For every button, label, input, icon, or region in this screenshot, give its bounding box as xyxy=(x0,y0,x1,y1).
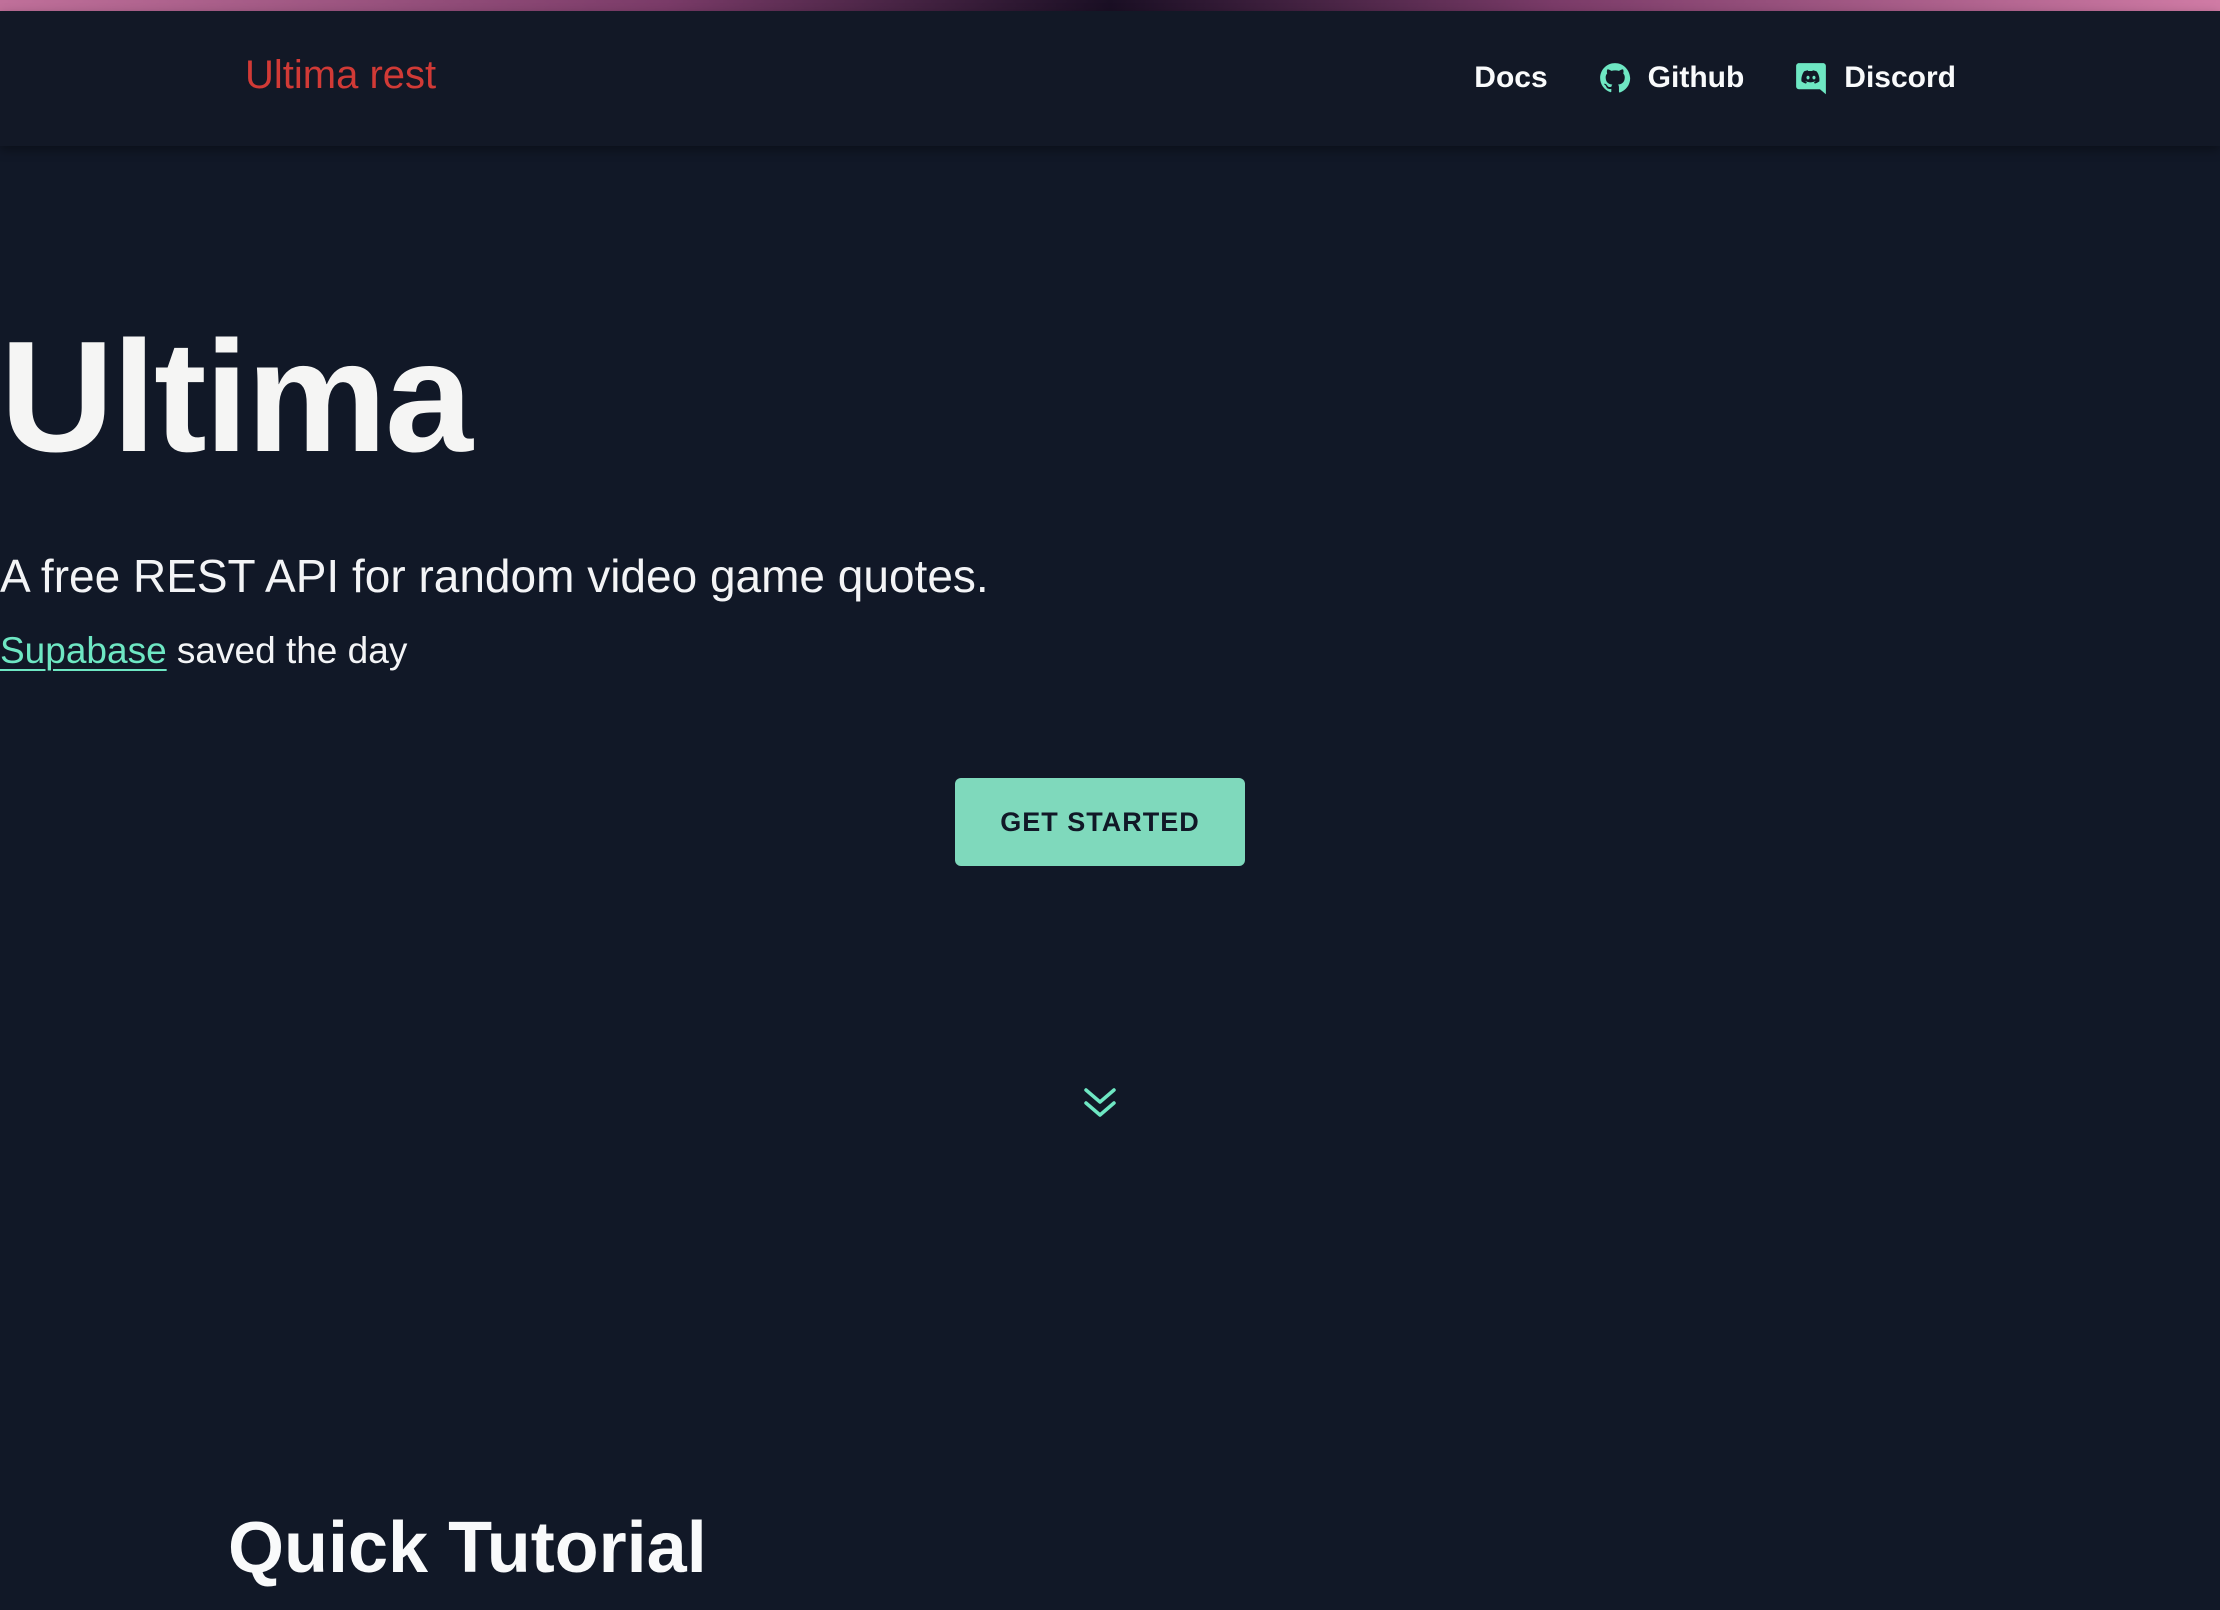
brand-logo-link[interactable]: Ultima rest xyxy=(245,55,436,95)
hero-subtitle: A free REST API for random video game qu… xyxy=(0,550,989,602)
supabase-link[interactable]: Supabase xyxy=(0,630,167,671)
nav-github-label: Github xyxy=(1647,61,1745,94)
github-icon xyxy=(1599,63,1630,93)
hero-title: Ultima xyxy=(0,309,473,485)
nav-discord-link[interactable]: Discord xyxy=(1794,61,1956,95)
nav-discord-label: Discord xyxy=(1844,61,1956,94)
nav-docs-label: Docs xyxy=(1474,61,1548,94)
chevron-double-down-icon[interactable] xyxy=(1080,1083,1120,1123)
top-gradient-bar xyxy=(0,0,2220,11)
hero-credit-suffix: saved the day xyxy=(166,630,408,671)
navbar: Ultima rest Docs Github Discord xyxy=(0,11,2220,146)
nav-docs-link[interactable]: Docs xyxy=(1474,63,1547,93)
hero-credit-line: Supabase saved the day xyxy=(0,632,2200,669)
nav-github-link[interactable]: Github xyxy=(1598,61,1745,95)
quick-tutorial-heading: Quick Tutorial xyxy=(228,1508,707,1588)
get-started-button[interactable]: GET STARTED xyxy=(955,778,1245,866)
nav-links: Docs Github Discord xyxy=(1474,61,1956,95)
discord-icon xyxy=(1796,63,1827,95)
